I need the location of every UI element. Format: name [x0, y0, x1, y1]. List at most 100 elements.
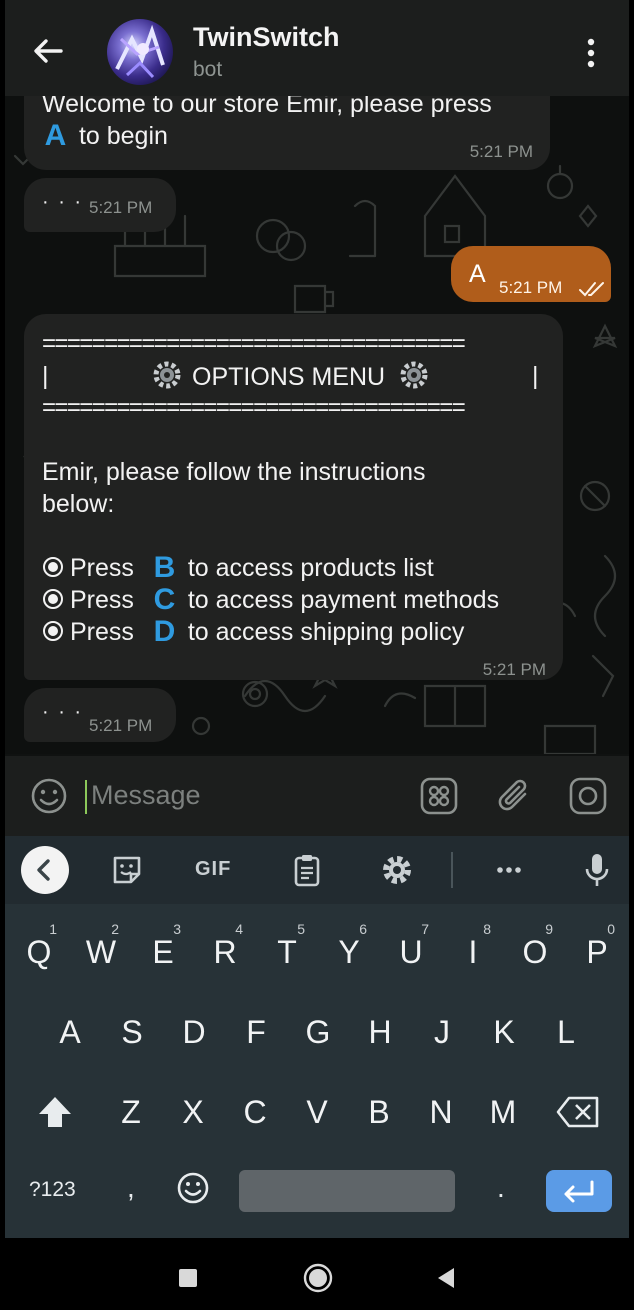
key-z[interactable]: Z — [103, 1078, 159, 1146]
attach-icon[interactable] — [495, 776, 535, 816]
welcome-line2-row: A to begin — [42, 120, 168, 152]
key-letter: T — [277, 934, 297, 970]
menu-item: Press B to access products list — [42, 552, 434, 584]
message-welcome[interactable]: Welcome to our store Emir, please press … — [24, 96, 550, 170]
key-h[interactable]: H — [352, 998, 408, 1066]
camera-icon[interactable] — [568, 776, 608, 816]
kebab-menu-icon[interactable] — [579, 36, 603, 70]
chat-title[interactable]: TwinSwitch — [193, 22, 340, 53]
key-q[interactable]: Q1 — [11, 918, 67, 986]
key-a[interactable]: A — [42, 998, 98, 1066]
menu-bar-right: | — [532, 362, 539, 390]
key-letter: Y — [338, 934, 360, 970]
menu-item-text: to access products list — [187, 554, 434, 582]
key-m[interactable]: M — [475, 1078, 531, 1146]
key-b[interactable]: B — [351, 1078, 407, 1146]
keyboard-collapse-button[interactable] — [21, 846, 69, 894]
svg-text:B: B — [154, 552, 176, 580]
key-l[interactable]: L — [538, 998, 594, 1066]
period-key[interactable]: . — [497, 1172, 505, 1204]
enter-icon — [564, 1180, 594, 1203]
key-s[interactable]: S — [104, 998, 160, 1066]
menu-intro-line1: Emir, please follow the instructions — [42, 458, 426, 486]
key-number-hint: 9 — [545, 921, 553, 937]
key-number-hint: 7 — [421, 921, 429, 937]
message-typing-1[interactable]: · · · 5:21 PM — [24, 178, 176, 232]
menu-item: Press C to access payment methods — [42, 584, 499, 616]
comma-key[interactable]: , — [127, 1172, 135, 1204]
chat-area[interactable]: Welcome to our store Emir, please press … — [5, 96, 629, 754]
svg-text:D: D — [154, 616, 176, 644]
radio-bullet-icon — [43, 557, 63, 577]
key-p[interactable]: P0 — [569, 918, 625, 986]
key-d[interactable]: D — [166, 998, 222, 1066]
message-time: 5:21 PM — [469, 142, 533, 161]
key-letter: U — [399, 934, 423, 970]
keycap-a-icon: A — [45, 120, 67, 148]
gear-icon — [400, 361, 428, 389]
mic-icon[interactable] — [577, 850, 617, 890]
message-options-menu[interactable]: ================================== | OPT… — [24, 314, 563, 680]
key-u[interactable]: U7 — [383, 918, 439, 986]
menu-border-bottom: ================================== — [42, 394, 466, 421]
key-j[interactable]: J — [414, 998, 470, 1066]
message-typing-2[interactable]: · · · 5:21 PM — [24, 688, 176, 742]
bot-command-icon[interactable] — [419, 776, 459, 816]
message-time: 5:21 PM — [89, 198, 153, 217]
key-f[interactable]: F — [228, 998, 284, 1066]
key-e[interactable]: E3 — [135, 918, 191, 986]
menu-item-prefix: Press — [70, 618, 134, 646]
key-k[interactable]: K — [476, 998, 532, 1066]
nav-recents-icon[interactable] — [176, 1266, 200, 1290]
key-i[interactable]: I8 — [445, 918, 501, 986]
key-letter: O — [522, 934, 548, 970]
smiley-icon[interactable] — [29, 776, 69, 816]
welcome-line1: Welcome to our store Emir, please press — [42, 96, 492, 118]
welcome-line2: to begin — [78, 122, 168, 150]
key-w[interactable]: W2 — [73, 918, 129, 986]
read-check-icon — [579, 282, 604, 297]
key-letter: I — [468, 934, 478, 970]
menu-item-prefix: Press — [70, 586, 134, 614]
emoji-icon[interactable] — [175, 1170, 211, 1206]
key-c[interactable]: C — [227, 1078, 283, 1146]
message-time: 5:21 PM — [499, 278, 563, 297]
enter-key[interactable] — [546, 1170, 612, 1212]
key-number-hint: 3 — [173, 921, 181, 937]
key-number-hint: 1 — [49, 921, 57, 937]
key-y[interactable]: Y6 — [321, 918, 377, 986]
key-letter: Q — [26, 934, 52, 970]
space-key[interactable] — [239, 1170, 455, 1212]
key-v[interactable]: V — [289, 1078, 345, 1146]
back-arrow-icon[interactable] — [31, 34, 65, 68]
key-number-hint: 6 — [359, 921, 367, 937]
key-number-hint: 4 — [235, 921, 243, 937]
key-x[interactable]: X — [165, 1078, 221, 1146]
key-number-hint: 0 — [607, 921, 615, 937]
bot-avatar[interactable] — [107, 19, 173, 85]
svg-text:A: A — [45, 120, 67, 148]
menu-intro-line2: below: — [42, 490, 115, 518]
shift-icon[interactable] — [35, 1092, 75, 1132]
key-r[interactable]: R4 — [197, 918, 253, 986]
keycap-b-icon: B — [154, 552, 176, 580]
key-n[interactable]: N — [413, 1078, 469, 1146]
clipboard-icon[interactable] — [287, 850, 327, 890]
system-nav-bar — [0, 1238, 634, 1310]
key-o[interactable]: O9 — [507, 918, 563, 986]
gear-icon[interactable] — [377, 850, 417, 890]
message-outgoing-a[interactable]: A 5:21 PM — [451, 246, 611, 302]
message-input[interactable]: Message — [91, 780, 201, 811]
symbols-key[interactable]: ?123 — [29, 1178, 76, 1202]
nav-back-icon[interactable] — [434, 1266, 458, 1290]
gif-button[interactable]: GIF — [195, 858, 231, 881]
sticker-icon[interactable] — [107, 850, 147, 890]
backspace-icon[interactable] — [555, 1092, 601, 1132]
key-letter: R — [213, 934, 237, 970]
nav-home-icon[interactable] — [302, 1262, 334, 1294]
telegram-screen: TwinSwitch bot Welcome to our store Emir… — [5, 0, 629, 1238]
more-icon[interactable] — [489, 850, 529, 890]
message-time: 5:21 PM — [89, 716, 153, 735]
key-g[interactable]: G — [290, 998, 346, 1066]
key-t[interactable]: T5 — [259, 918, 315, 986]
